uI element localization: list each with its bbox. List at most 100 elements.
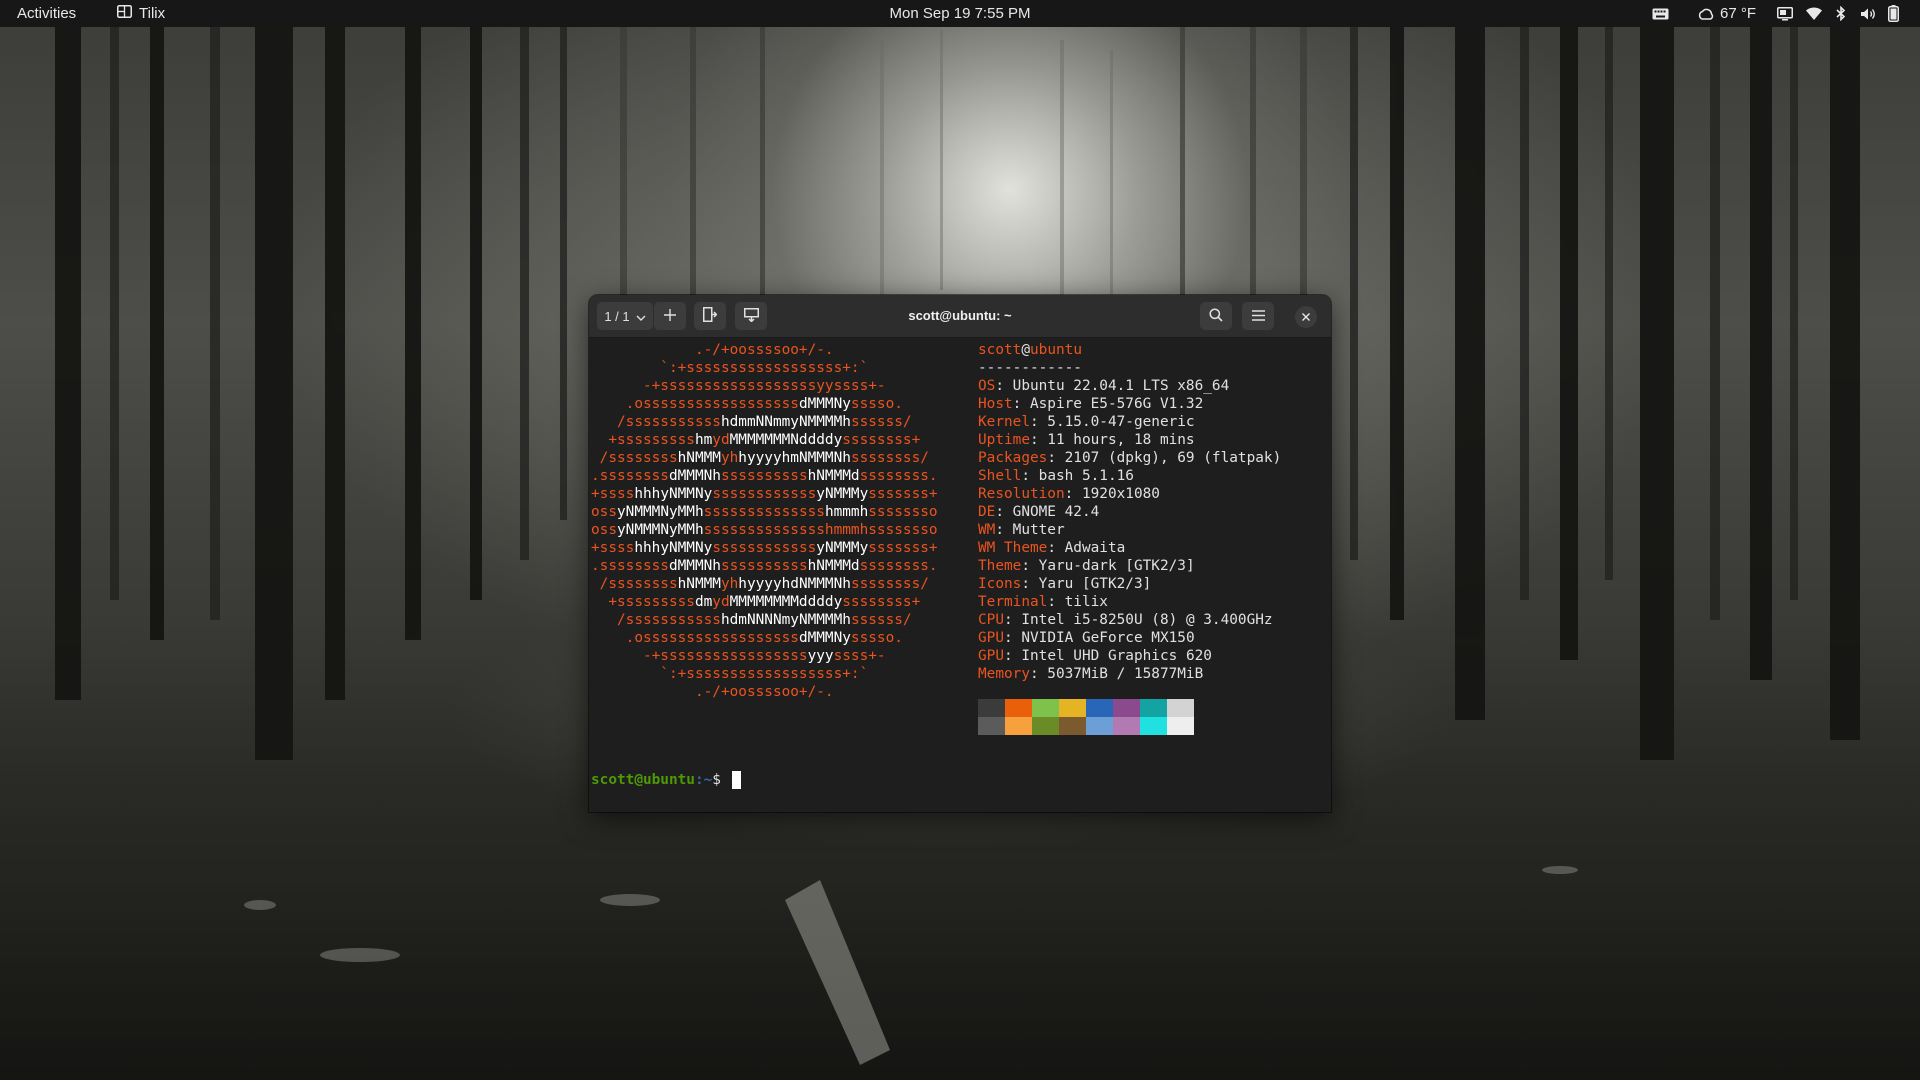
color-swatch	[1059, 717, 1086, 735]
info-row-memory: Memory: 5037MiB / 15877MiB	[978, 666, 1204, 682]
logo-segment: /sssssssssss	[591, 414, 721, 430]
logo-segment: yh	[720, 450, 739, 466]
weather-label: 67 °F	[1720, 5, 1757, 22]
logo-segment: ssssss/	[850, 414, 912, 430]
shell-prompt[interactable]: scott@ubuntu:~$	[591, 771, 741, 789]
logo-line: /ssssssssssshdmNNNNmyNMMMMhssssss/	[591, 612, 912, 628]
color-swatch	[1086, 717, 1113, 735]
logo-segment: +sssssssss	[591, 432, 695, 448]
logo-line: +ssssssssshmydMMMMMMMNddddyssssssss+	[591, 432, 920, 448]
color-swatch	[1005, 717, 1032, 735]
logo-line: +sssshhhyNMMNyssssssssssssyNMMMysssssss+	[591, 540, 938, 556]
logo-segment: dMMMNy	[798, 396, 851, 412]
logo-segment: -+sssssssssssssssss	[591, 648, 808, 664]
logo-segment: .ssssssss	[591, 558, 669, 574]
logo-segment: ssssssss.	[859, 558, 938, 574]
info-row-icons: Icons: Yaru [GTK2/3]	[978, 576, 1152, 592]
logo-segment: yNMMMNyMMh	[617, 504, 704, 520]
logo-line: ossyNMMMNyMMhsssssssssssssshmmmhssssssso	[591, 522, 938, 538]
search-icon	[1209, 307, 1223, 325]
logo-line: `:+ssssssssssssssssss+:`	[591, 666, 868, 682]
window-headerbar[interactable]: 1 / 1 scott@ubuntu: ~	[589, 295, 1331, 338]
split-horizontal-button[interactable]	[694, 302, 726, 330]
color-swatch	[1032, 717, 1059, 735]
logo-segment: +ssss	[591, 486, 635, 502]
volume-icon[interactable]	[1854, 0, 1882, 27]
chevron-down-icon	[636, 309, 646, 324]
logo-segment: hdmNNNNmyNMMMMh	[720, 612, 851, 628]
prompt-symbol: $	[712, 772, 730, 788]
info-at: @	[1021, 342, 1030, 358]
color-swatch	[1113, 717, 1140, 735]
info-host: ubuntu	[1030, 342, 1082, 358]
logo-segment: ssssssso	[868, 504, 938, 520]
logo-segment: hmmmh	[824, 504, 869, 520]
logo-segment: ssssssss.	[859, 468, 938, 484]
color-swatch	[1140, 699, 1167, 717]
logo-line: /ssssssssssshdmmNNmmyNMMMMhssssss/	[591, 414, 912, 430]
logo-line: .-/+oossssoo+/-.	[591, 342, 834, 358]
weather-icon[interactable]	[1696, 0, 1716, 27]
wifi-icon[interactable]	[1800, 0, 1828, 27]
logo-segment: sssso.	[850, 630, 903, 646]
logo-segment: sssso.	[850, 396, 903, 412]
logo-segment: dm	[694, 594, 713, 610]
system-info: scott@ubuntu ------------ OS: Ubuntu 22.…	[978, 341, 1281, 683]
app-menu[interactable]: Tilix	[117, 0, 165, 27]
logo-segment: ssssssssssssss	[703, 504, 825, 520]
terminal-output[interactable]: .-/+oossssoo+/-. `:+ssssssssssssssssss+:…	[591, 341, 1329, 811]
terminal-window[interactable]: 1 / 1 scott@ubuntu: ~ .-/+oossssoo+/-. `…	[589, 295, 1331, 812]
logo-segment: sssssss+	[868, 540, 938, 556]
logo-segment: hNMMM	[677, 576, 721, 592]
logo-segment: hNMMMd	[807, 558, 860, 574]
logo-segment: hhhyNMMNy	[634, 486, 713, 502]
hamburger-menu-icon	[1251, 309, 1265, 324]
color-swatch	[978, 717, 1005, 735]
logo-segment: MMMMMMMMddddy	[729, 594, 843, 610]
logo-line: .ssssssssdMMMNhsssssssssshNMMMdssssssss.	[591, 468, 938, 484]
logo-segment: ssssssssss	[720, 558, 808, 574]
add-session-button[interactable]	[653, 302, 686, 330]
logo-segment: /ssssssss	[591, 576, 678, 592]
logo-segment: dMMMNh	[668, 558, 721, 574]
color-swatch	[1005, 699, 1032, 717]
menu-button[interactable]	[1242, 302, 1274, 330]
logo-segment: ssssssssssss	[712, 540, 817, 556]
logo-segment: ssss+-	[833, 648, 886, 664]
system-tray[interactable]: 67 °F	[1646, 0, 1904, 27]
palette-row-bright	[978, 717, 1194, 735]
logo-segment: yNMMMy	[816, 540, 869, 556]
logo-line: .ossssssssssssssssssdMMMNysssso.	[591, 396, 903, 412]
search-button[interactable]	[1200, 302, 1232, 330]
battery-icon[interactable]	[1882, 0, 1904, 27]
split-vertical-button[interactable]	[735, 302, 767, 330]
logo-segment: hm	[694, 432, 713, 448]
info-row-de: DE: GNOME 42.4	[978, 504, 1100, 520]
logo-segment: ssssssss/	[850, 450, 929, 466]
logo-segment: `:+ssssssssssssssssss+:`	[591, 360, 869, 376]
window-title: scott@ubuntu: ~	[908, 308, 1012, 323]
color-swatch	[1140, 717, 1167, 735]
logo-segment: yNMMMNyMMh	[617, 522, 704, 538]
logo-line: /sssssssshNMMMyhhyyyyhdNMMMNhssssssss/	[591, 576, 929, 592]
info-row-gpu-1: GPU: NVIDIA GeForce MX150	[978, 630, 1195, 646]
logo-segment: yh	[720, 576, 739, 592]
logo-segment: .ossssssssssssssssss	[591, 396, 799, 412]
close-button[interactable]	[1295, 306, 1317, 328]
logo-segment: dMMMNh	[668, 468, 721, 484]
info-row-terminal: Terminal: tilix	[978, 594, 1108, 610]
tilix-app-icon	[117, 0, 132, 27]
activities-button[interactable]: Activities	[17, 0, 76, 27]
info-row-theme: Theme: Yaru-dark [GTK2/3]	[978, 558, 1195, 574]
session-switcher-button[interactable]: 1 / 1	[597, 302, 653, 330]
logo-segment: ssssss/	[850, 612, 912, 628]
info-row-wm-theme: WM Theme: Adwaita	[978, 540, 1126, 556]
keyboard-icon[interactable]	[1646, 0, 1674, 27]
info-row-resolution: Resolution: 1920x1080	[978, 486, 1160, 502]
clock-button[interactable]: Mon Sep 19 7:55 PM	[890, 5, 1031, 22]
top-bar: Activities Tilix Mon Sep 19 7:55 PM 67 °…	[0, 0, 1920, 27]
bluetooth-icon[interactable]	[1828, 0, 1854, 27]
color-swatch	[1059, 699, 1086, 717]
logo-segment: sssssss+	[868, 486, 938, 502]
screen-share-icon[interactable]	[1770, 0, 1800, 27]
